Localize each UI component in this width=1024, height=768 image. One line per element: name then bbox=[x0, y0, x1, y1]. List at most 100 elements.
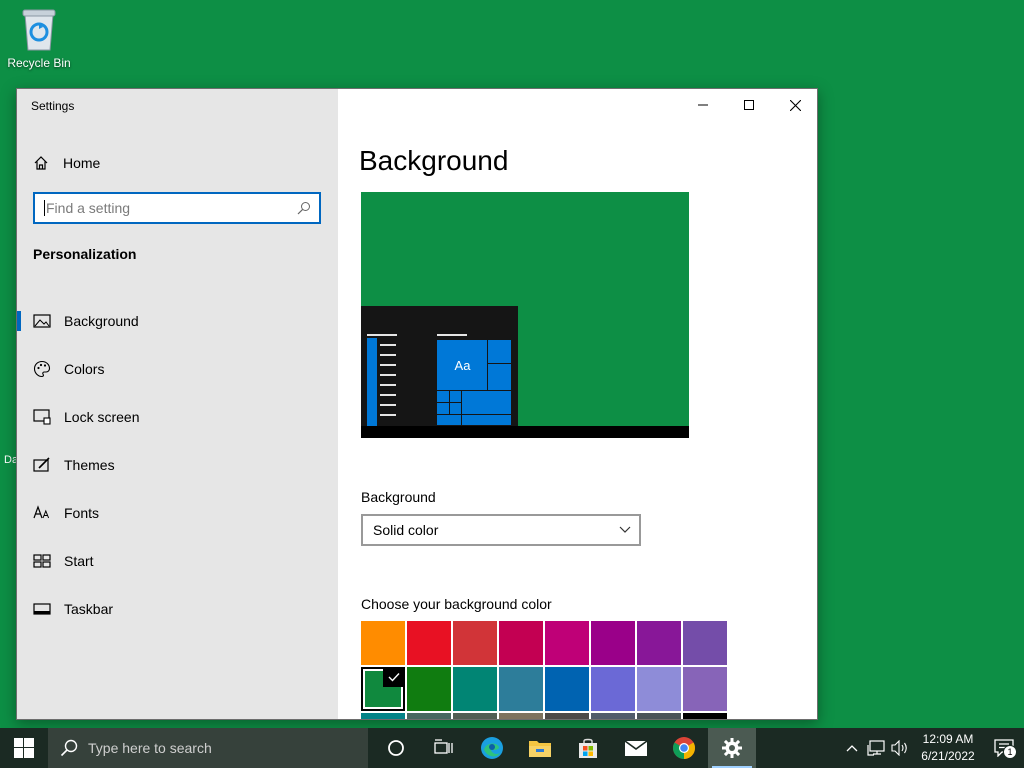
color-swatch[interactable] bbox=[591, 621, 635, 665]
taskbar-search-placeholder: Type here to search bbox=[88, 740, 212, 756]
chevron-down-icon bbox=[619, 526, 631, 533]
network-icon bbox=[867, 740, 885, 756]
nav-item-label: Colors bbox=[64, 361, 105, 377]
settings-sidebar: Settings Home Find a setting Personaliza… bbox=[17, 89, 338, 719]
color-swatch[interactable] bbox=[545, 621, 589, 665]
settings-window: Settings Home Find a setting Personaliza… bbox=[16, 88, 818, 720]
nav-item-background[interactable]: Background bbox=[17, 297, 338, 345]
dropdown-value: Solid color bbox=[373, 522, 439, 538]
task-view-button[interactable] bbox=[420, 728, 468, 768]
lock-screen-icon bbox=[33, 408, 51, 426]
window-title: Settings bbox=[31, 99, 75, 113]
clock-button[interactable]: 12:09 AM 6/21/2022 bbox=[912, 731, 984, 765]
show-hidden-icons-button[interactable] bbox=[840, 728, 864, 768]
settings-search-input[interactable]: Find a setting bbox=[33, 192, 321, 224]
folder-icon bbox=[529, 741, 551, 757]
text-caret bbox=[44, 200, 45, 216]
chrome-button[interactable] bbox=[660, 728, 708, 768]
color-swatch[interactable] bbox=[591, 713, 635, 719]
minimize-button[interactable] bbox=[680, 89, 726, 121]
color-swatch[interactable] bbox=[407, 621, 451, 665]
recycle-bin-icon bbox=[22, 9, 56, 51]
settings-taskbar-button[interactable] bbox=[708, 728, 756, 768]
gear-icon bbox=[722, 738, 742, 758]
nav-item-fonts[interactable]: Fonts bbox=[17, 489, 338, 537]
themes-icon bbox=[33, 456, 51, 474]
background-preview: Aa bbox=[361, 192, 689, 438]
color-swatch[interactable] bbox=[453, 713, 497, 719]
nav-item-taskbar[interactable]: Taskbar bbox=[17, 585, 338, 633]
nav-item-start[interactable]: Start bbox=[17, 537, 338, 585]
maximize-button[interactable] bbox=[726, 89, 772, 121]
color-section-label: Choose your background color bbox=[361, 596, 552, 612]
recycle-bin-desktop-icon[interactable]: Recycle Bin bbox=[4, 6, 74, 70]
nav-item-colors[interactable]: Colors bbox=[17, 345, 338, 393]
start-button[interactable] bbox=[0, 728, 48, 768]
edge-button[interactable] bbox=[468, 728, 516, 768]
nav-item-label: Fonts bbox=[64, 505, 100, 521]
chrome-icon bbox=[673, 737, 695, 759]
close-button[interactable] bbox=[772, 89, 817, 121]
color-swatch-grid bbox=[361, 621, 729, 719]
system-tray: 12:09 AM 6/21/2022 1 bbox=[840, 728, 1024, 768]
volume-icon bbox=[891, 740, 907, 756]
color-swatch[interactable] bbox=[499, 667, 543, 711]
task-view-icon bbox=[434, 739, 453, 754]
color-swatch[interactable] bbox=[545, 667, 589, 711]
personalization-nav: Background Colors Lock screen Themes Fon… bbox=[17, 297, 338, 633]
mail-icon bbox=[624, 740, 648, 756]
home-link[interactable]: Home bbox=[33, 151, 100, 175]
file-explorer-button[interactable] bbox=[516, 728, 564, 768]
taskbar: Type here to search 12:09 AM 6/21/2022 1 bbox=[0, 728, 1024, 768]
search-icon bbox=[60, 739, 78, 757]
color-swatch[interactable] bbox=[637, 713, 681, 719]
color-swatch[interactable] bbox=[637, 621, 681, 665]
section-title: Personalization bbox=[33, 246, 137, 262]
clock-date: 6/21/2022 bbox=[921, 749, 975, 763]
settings-content: Background Aa Background Solid color Cho… bbox=[338, 89, 817, 719]
network-button[interactable] bbox=[864, 728, 888, 768]
store-button[interactable] bbox=[564, 728, 612, 768]
color-swatch[interactable] bbox=[453, 621, 497, 665]
windows-logo-icon bbox=[14, 738, 34, 758]
taskbar-search-box[interactable]: Type here to search bbox=[48, 728, 368, 768]
color-swatch[interactable] bbox=[683, 667, 727, 711]
color-swatch[interactable] bbox=[499, 621, 543, 665]
background-type-dropdown[interactable]: Solid color bbox=[361, 514, 641, 546]
fonts-icon bbox=[33, 504, 51, 522]
color-swatch[interactable] bbox=[361, 667, 405, 711]
palette-icon bbox=[33, 360, 51, 378]
mail-button[interactable] bbox=[612, 728, 660, 768]
color-swatch[interactable] bbox=[499, 713, 543, 719]
color-swatch[interactable] bbox=[591, 667, 635, 711]
color-swatch[interactable] bbox=[683, 713, 727, 719]
nav-item-lock-screen[interactable]: Lock screen bbox=[17, 393, 338, 441]
color-swatch[interactable] bbox=[637, 667, 681, 711]
recycle-bin-label: Recycle Bin bbox=[7, 56, 71, 70]
image-icon bbox=[33, 312, 51, 330]
nav-item-label: Start bbox=[64, 553, 94, 569]
edge-icon bbox=[481, 737, 503, 759]
nav-item-label: Taskbar bbox=[64, 601, 114, 617]
store-icon bbox=[579, 738, 597, 758]
cortana-button[interactable] bbox=[372, 728, 420, 768]
color-swatch[interactable] bbox=[407, 713, 451, 719]
nav-item-label: Themes bbox=[64, 457, 115, 473]
color-swatch[interactable] bbox=[407, 667, 451, 711]
color-swatch[interactable] bbox=[361, 713, 405, 719]
color-swatch[interactable] bbox=[453, 667, 497, 711]
nav-item-themes[interactable]: Themes bbox=[17, 441, 338, 489]
color-swatch[interactable] bbox=[361, 621, 405, 665]
chevron-up-icon bbox=[846, 745, 858, 752]
color-swatch[interactable] bbox=[545, 713, 589, 719]
color-swatch[interactable] bbox=[683, 621, 727, 665]
minimize-icon bbox=[698, 104, 708, 106]
search-icon bbox=[297, 202, 310, 215]
cortana-icon bbox=[388, 740, 404, 756]
search-placeholder: Find a setting bbox=[46, 200, 131, 216]
action-center-button[interactable]: 1 bbox=[984, 728, 1024, 768]
background-type-label: Background bbox=[361, 489, 436, 505]
volume-button[interactable] bbox=[888, 728, 912, 768]
preview-taskbar bbox=[361, 426, 689, 438]
nav-item-label: Lock screen bbox=[64, 409, 140, 425]
